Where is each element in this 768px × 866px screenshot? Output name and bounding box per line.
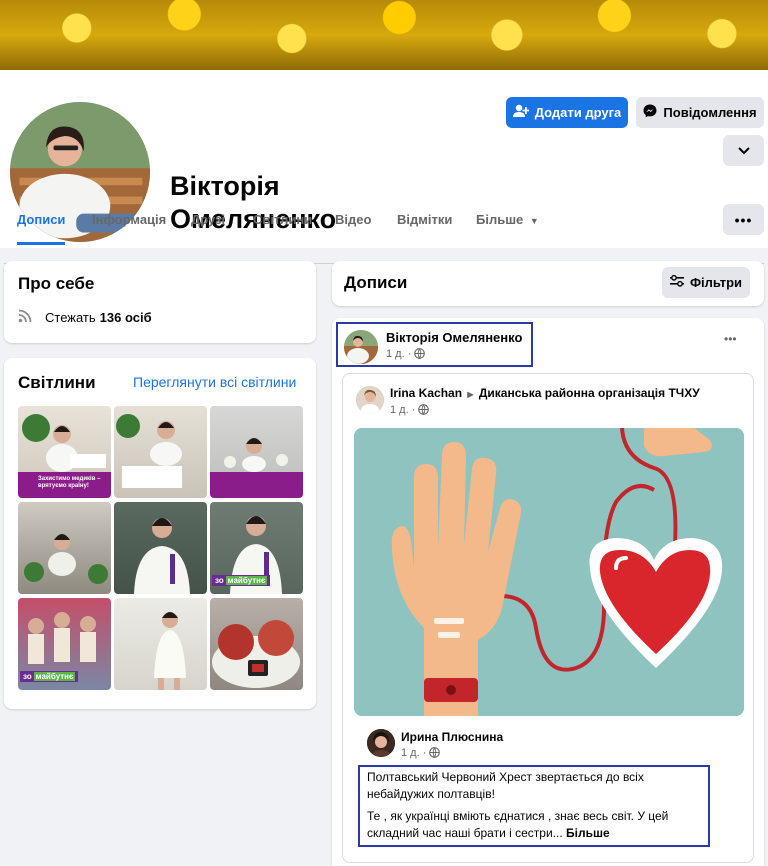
followers-count[interactable]: 136 осіб <box>100 310 152 325</box>
chevron-down-icon <box>737 143 750 158</box>
more-profile-button[interactable] <box>723 135 764 166</box>
shared-header: Irina Kachan ▶ Диканська районна організ… <box>390 386 700 400</box>
tabs-more-button[interactable]: ••• <box>723 204 764 235</box>
photos-title: Світлини <box>18 373 96 392</box>
photo-thumb[interactable] <box>210 598 303 690</box>
globe-icon <box>429 747 441 761</box>
photo-caption <box>210 472 303 498</box>
filters-button[interactable]: Фільтри <box>662 267 750 298</box>
about-title: Про себе <box>18 274 95 293</box>
profile-tabs: Дописи Інформація Друзі Світлини Відео В… <box>0 195 768 245</box>
photo-thumb[interactable] <box>114 502 207 594</box>
add-friend-icon <box>512 104 530 121</box>
posts-header-card: Дописи Фільтри <box>332 261 764 306</box>
see-all-photos-link[interactable]: Переглянути всі світлини <box>133 374 296 390</box>
shared-author-avatar[interactable] <box>356 386 384 414</box>
posts-title: Дописи <box>344 273 408 292</box>
tab-videos[interactable]: Відео <box>335 195 371 245</box>
shared-time[interactable]: 1 д. · <box>390 404 430 418</box>
photo-caption: Захистимо медиків – врятуємо країну! <box>18 472 111 498</box>
followers-row: Стежать 136 осіб <box>18 309 152 326</box>
tab-photos[interactable]: Світлини <box>253 195 312 245</box>
inner-time[interactable]: 1 д. · <box>401 747 441 761</box>
photo-thumb[interactable] <box>210 406 303 498</box>
rss-icon <box>18 309 34 326</box>
about-card: Про себе Стежать 136 осіб <box>4 261 316 343</box>
photo-thumb[interactable]: Захистимо медиків – врятуємо країну! <box>18 406 111 498</box>
photo-thumb[interactable]: зо майбутнє <box>18 598 111 690</box>
shared-post: Irina Kachan ▶ Диканська районна організ… <box>342 373 754 863</box>
photo-thumb[interactable] <box>114 406 207 498</box>
post-options-icon[interactable]: ••• <box>724 332 737 346</box>
photos-card: Світлини Переглянути всі світлини Захист… <box>4 358 316 709</box>
text-highlight-box <box>358 765 710 847</box>
messenger-icon <box>643 104 657 121</box>
triangle-right-icon: ▶ <box>467 390 474 399</box>
tab-mentions[interactable]: Відмітки <box>397 195 452 245</box>
donation-illustration[interactable] <box>354 428 744 716</box>
caret-down-icon: ▼ <box>529 216 539 226</box>
shared-target-name[interactable]: Диканська районна організація ТЧХУ <box>479 386 700 400</box>
filter-sliders-icon <box>669 274 684 290</box>
tab-more[interactable]: Більше ▼ <box>476 195 539 245</box>
inner-author-name[interactable]: Ирина Плюснина <box>401 730 503 744</box>
shared-author-name[interactable]: Irina Kachan <box>390 386 462 400</box>
photo-thumb[interactable]: зо майбутнє <box>210 502 303 594</box>
globe-icon <box>418 404 430 418</box>
add-friend-button[interactable]: Додати друга <box>506 97 628 128</box>
post-card: Вікторія Омеляненко 1 д. · ••• Irina Kac… <box>332 318 764 866</box>
photo-thumb[interactable] <box>18 502 111 594</box>
photo-caption: зо майбутнє <box>20 671 79 682</box>
message-button[interactable]: Повідомлення <box>636 97 764 128</box>
tab-about[interactable]: Інформація <box>92 195 166 245</box>
tab-friends[interactable]: Друзі <box>191 195 225 245</box>
author-highlight-box <box>336 322 533 367</box>
tab-posts[interactable]: Дописи <box>17 195 66 245</box>
cover-photo[interactable] <box>0 0 768 70</box>
ellipsis-icon: ••• <box>734 211 753 228</box>
inner-author-avatar[interactable] <box>367 729 395 757</box>
photo-thumb[interactable] <box>114 598 207 690</box>
photo-caption: зо майбутнє <box>212 575 271 586</box>
